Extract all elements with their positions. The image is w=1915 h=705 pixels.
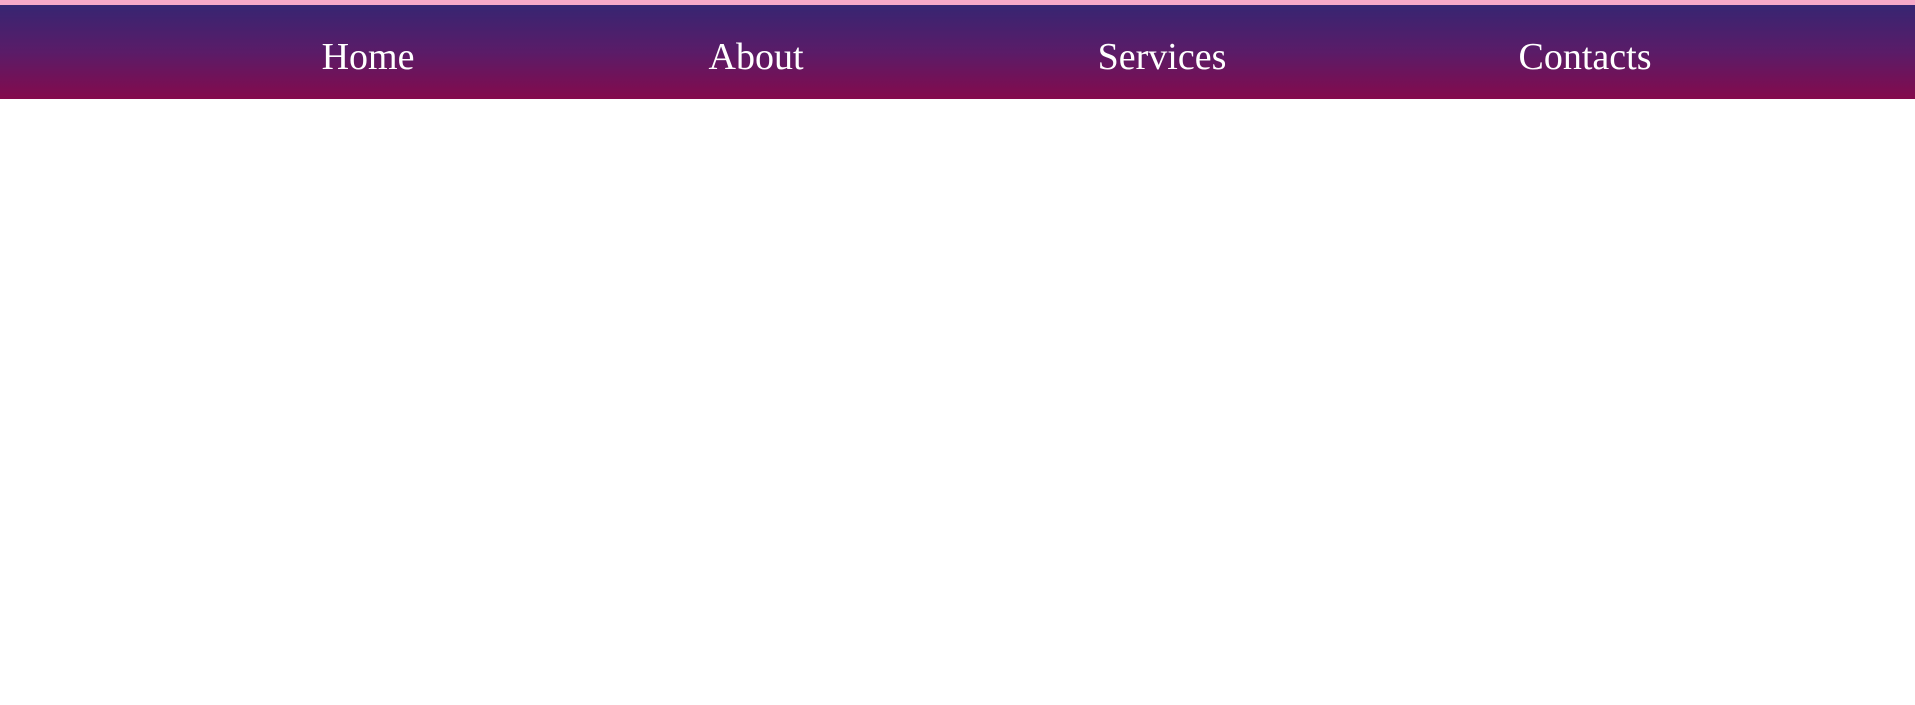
top-navigation-bar: Home About Services Contacts (0, 5, 1915, 99)
nav-link-services[interactable]: Services (1098, 5, 1227, 99)
nav-link-about[interactable]: About (709, 5, 804, 99)
main-content-area (0, 99, 1915, 705)
nav-link-contacts[interactable]: Contacts (1519, 5, 1652, 99)
nav-link-home[interactable]: Home (322, 5, 415, 99)
